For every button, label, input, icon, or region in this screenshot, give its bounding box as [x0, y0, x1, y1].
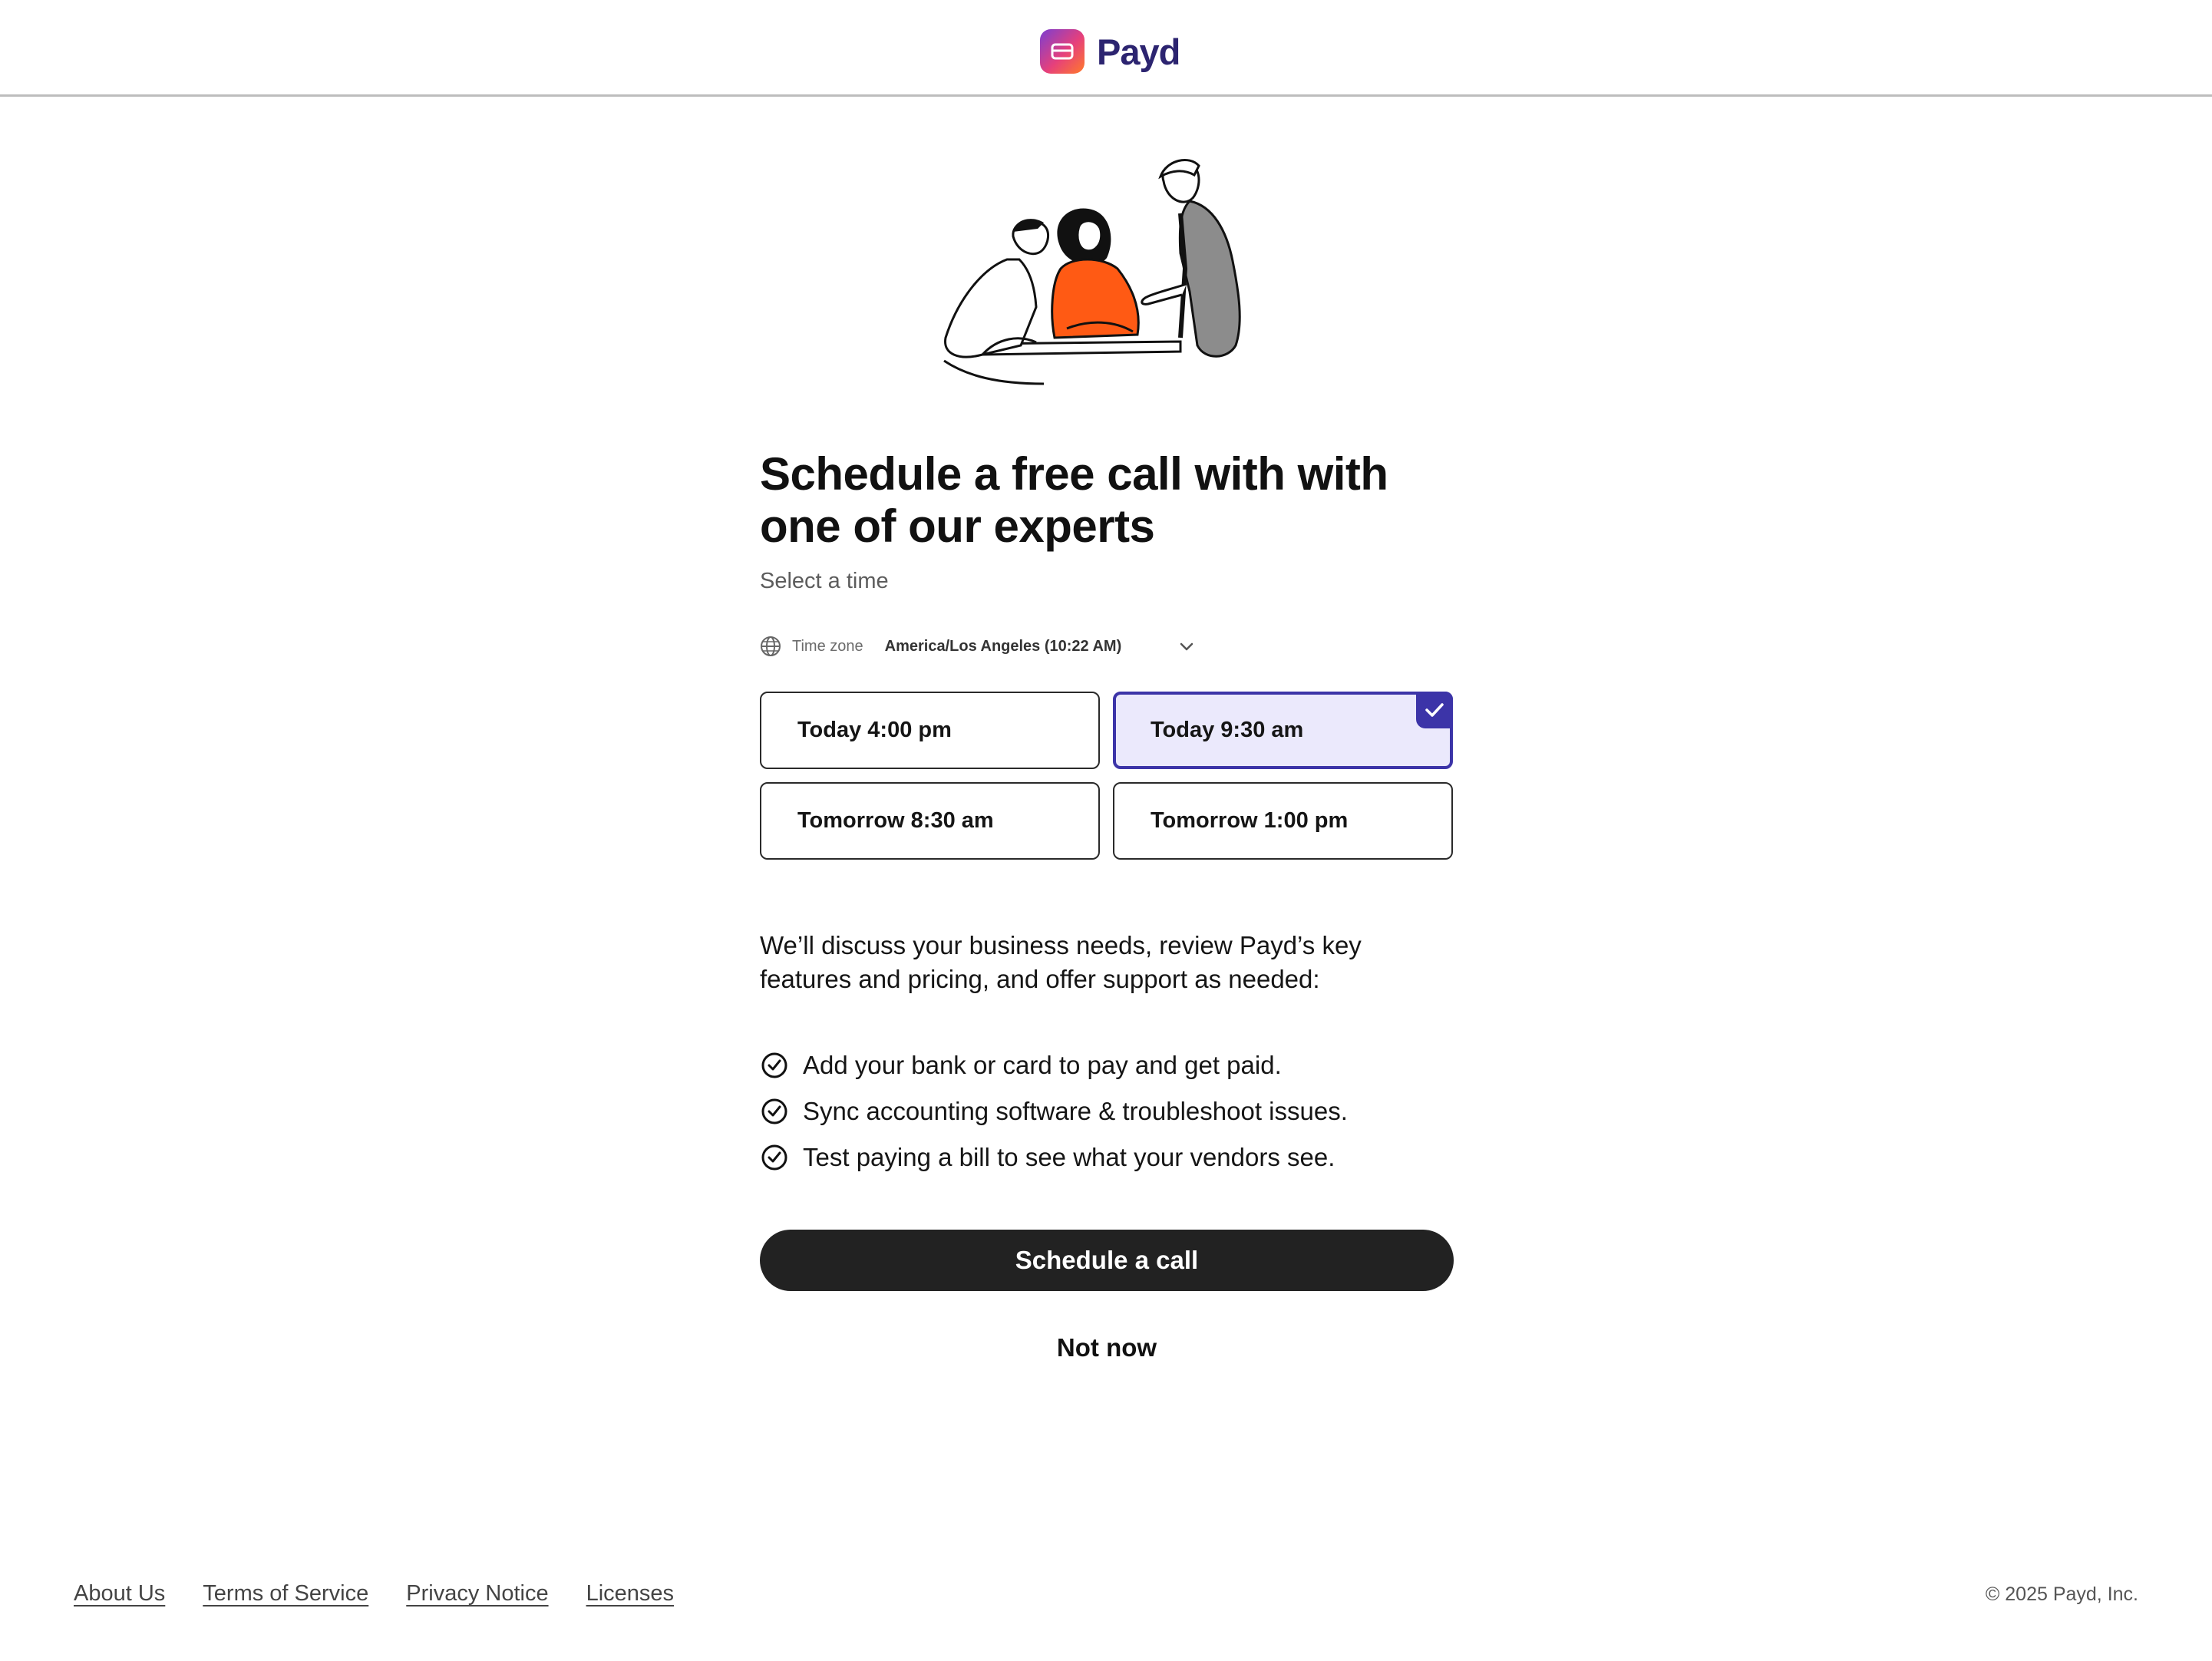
- three-people-meeting-illustration: [936, 154, 1282, 391]
- globe-icon: [760, 636, 781, 657]
- footer-link-about-us[interactable]: About Us: [74, 1581, 165, 1607]
- page-subtitle: Select a time: [760, 569, 889, 593]
- time-slot-tomorrow-1pm[interactable]: Tomorrow 1:00 pm: [1113, 782, 1453, 860]
- benefit-text: Test paying a bill to see what your vend…: [803, 1143, 1335, 1171]
- call-description: We’ll discuss your business needs, revie…: [760, 931, 1362, 993]
- footer-link-privacy-notice[interactable]: Privacy Notice: [406, 1581, 548, 1607]
- footer-link-licenses[interactable]: Licenses: [586, 1581, 674, 1607]
- time-slot-label: Tomorrow 1:00 pm: [1151, 808, 1349, 833]
- checkmark-icon: [1416, 692, 1453, 728]
- payd-card-icon: [1040, 29, 1085, 74]
- timezone-label: Time zone: [792, 637, 863, 655]
- check-circle-icon: [760, 1097, 789, 1126]
- brand-name: Payd: [1097, 31, 1180, 72]
- time-slot-tomorrow-830am[interactable]: Tomorrow 8:30 am: [760, 782, 1100, 860]
- page-title: Schedule a free call with with one of ou…: [760, 448, 1388, 552]
- time-slot-today-930am[interactable]: Today 9:30 am: [1113, 692, 1453, 769]
- copyright-text: © 2025 Payd, Inc.: [1985, 1583, 2138, 1605]
- not-now-button[interactable]: Not now: [990, 1326, 1223, 1369]
- time-slot-label: Today 9:30 am: [1151, 718, 1304, 742]
- time-slot-today-4pm[interactable]: Today 4:00 pm: [760, 692, 1100, 769]
- time-slot-label: Today 4:00 pm: [797, 718, 952, 742]
- chevron-down-icon[interactable]: [1178, 638, 1195, 655]
- time-slot-label: Tomorrow 8:30 am: [797, 808, 994, 833]
- benefit-text: Sync accounting software & troubleshoot …: [803, 1097, 1348, 1125]
- list-item: Test paying a bill to see what your vend…: [760, 1134, 1348, 1181]
- list-item: Add your bank or card to pay and get pai…: [760, 1042, 1348, 1088]
- footer-links: About Us Terms of Service Privacy Notice…: [74, 1581, 711, 1607]
- payd-logo[interactable]: Payd: [1040, 29, 1180, 74]
- top-header: Payd: [0, 0, 2212, 97]
- footer-link-terms-of-service[interactable]: Terms of Service: [203, 1581, 368, 1607]
- check-circle-icon: [760, 1143, 789, 1172]
- check-circle-icon: [760, 1051, 789, 1080]
- timezone-value[interactable]: America/Los Angeles (10:22 AM): [885, 638, 1122, 655]
- timezone-select[interactable]: Time zone America/Los Angeles (10:22 AM): [760, 633, 1197, 659]
- benefit-text: Add your bank or card to pay and get pai…: [803, 1051, 1282, 1079]
- schedule-call-button[interactable]: Schedule a call: [760, 1230, 1454, 1291]
- benefits-list: Add your bank or card to pay and get pai…: [760, 1042, 1348, 1181]
- list-item: Sync accounting software & troubleshoot …: [760, 1088, 1348, 1134]
